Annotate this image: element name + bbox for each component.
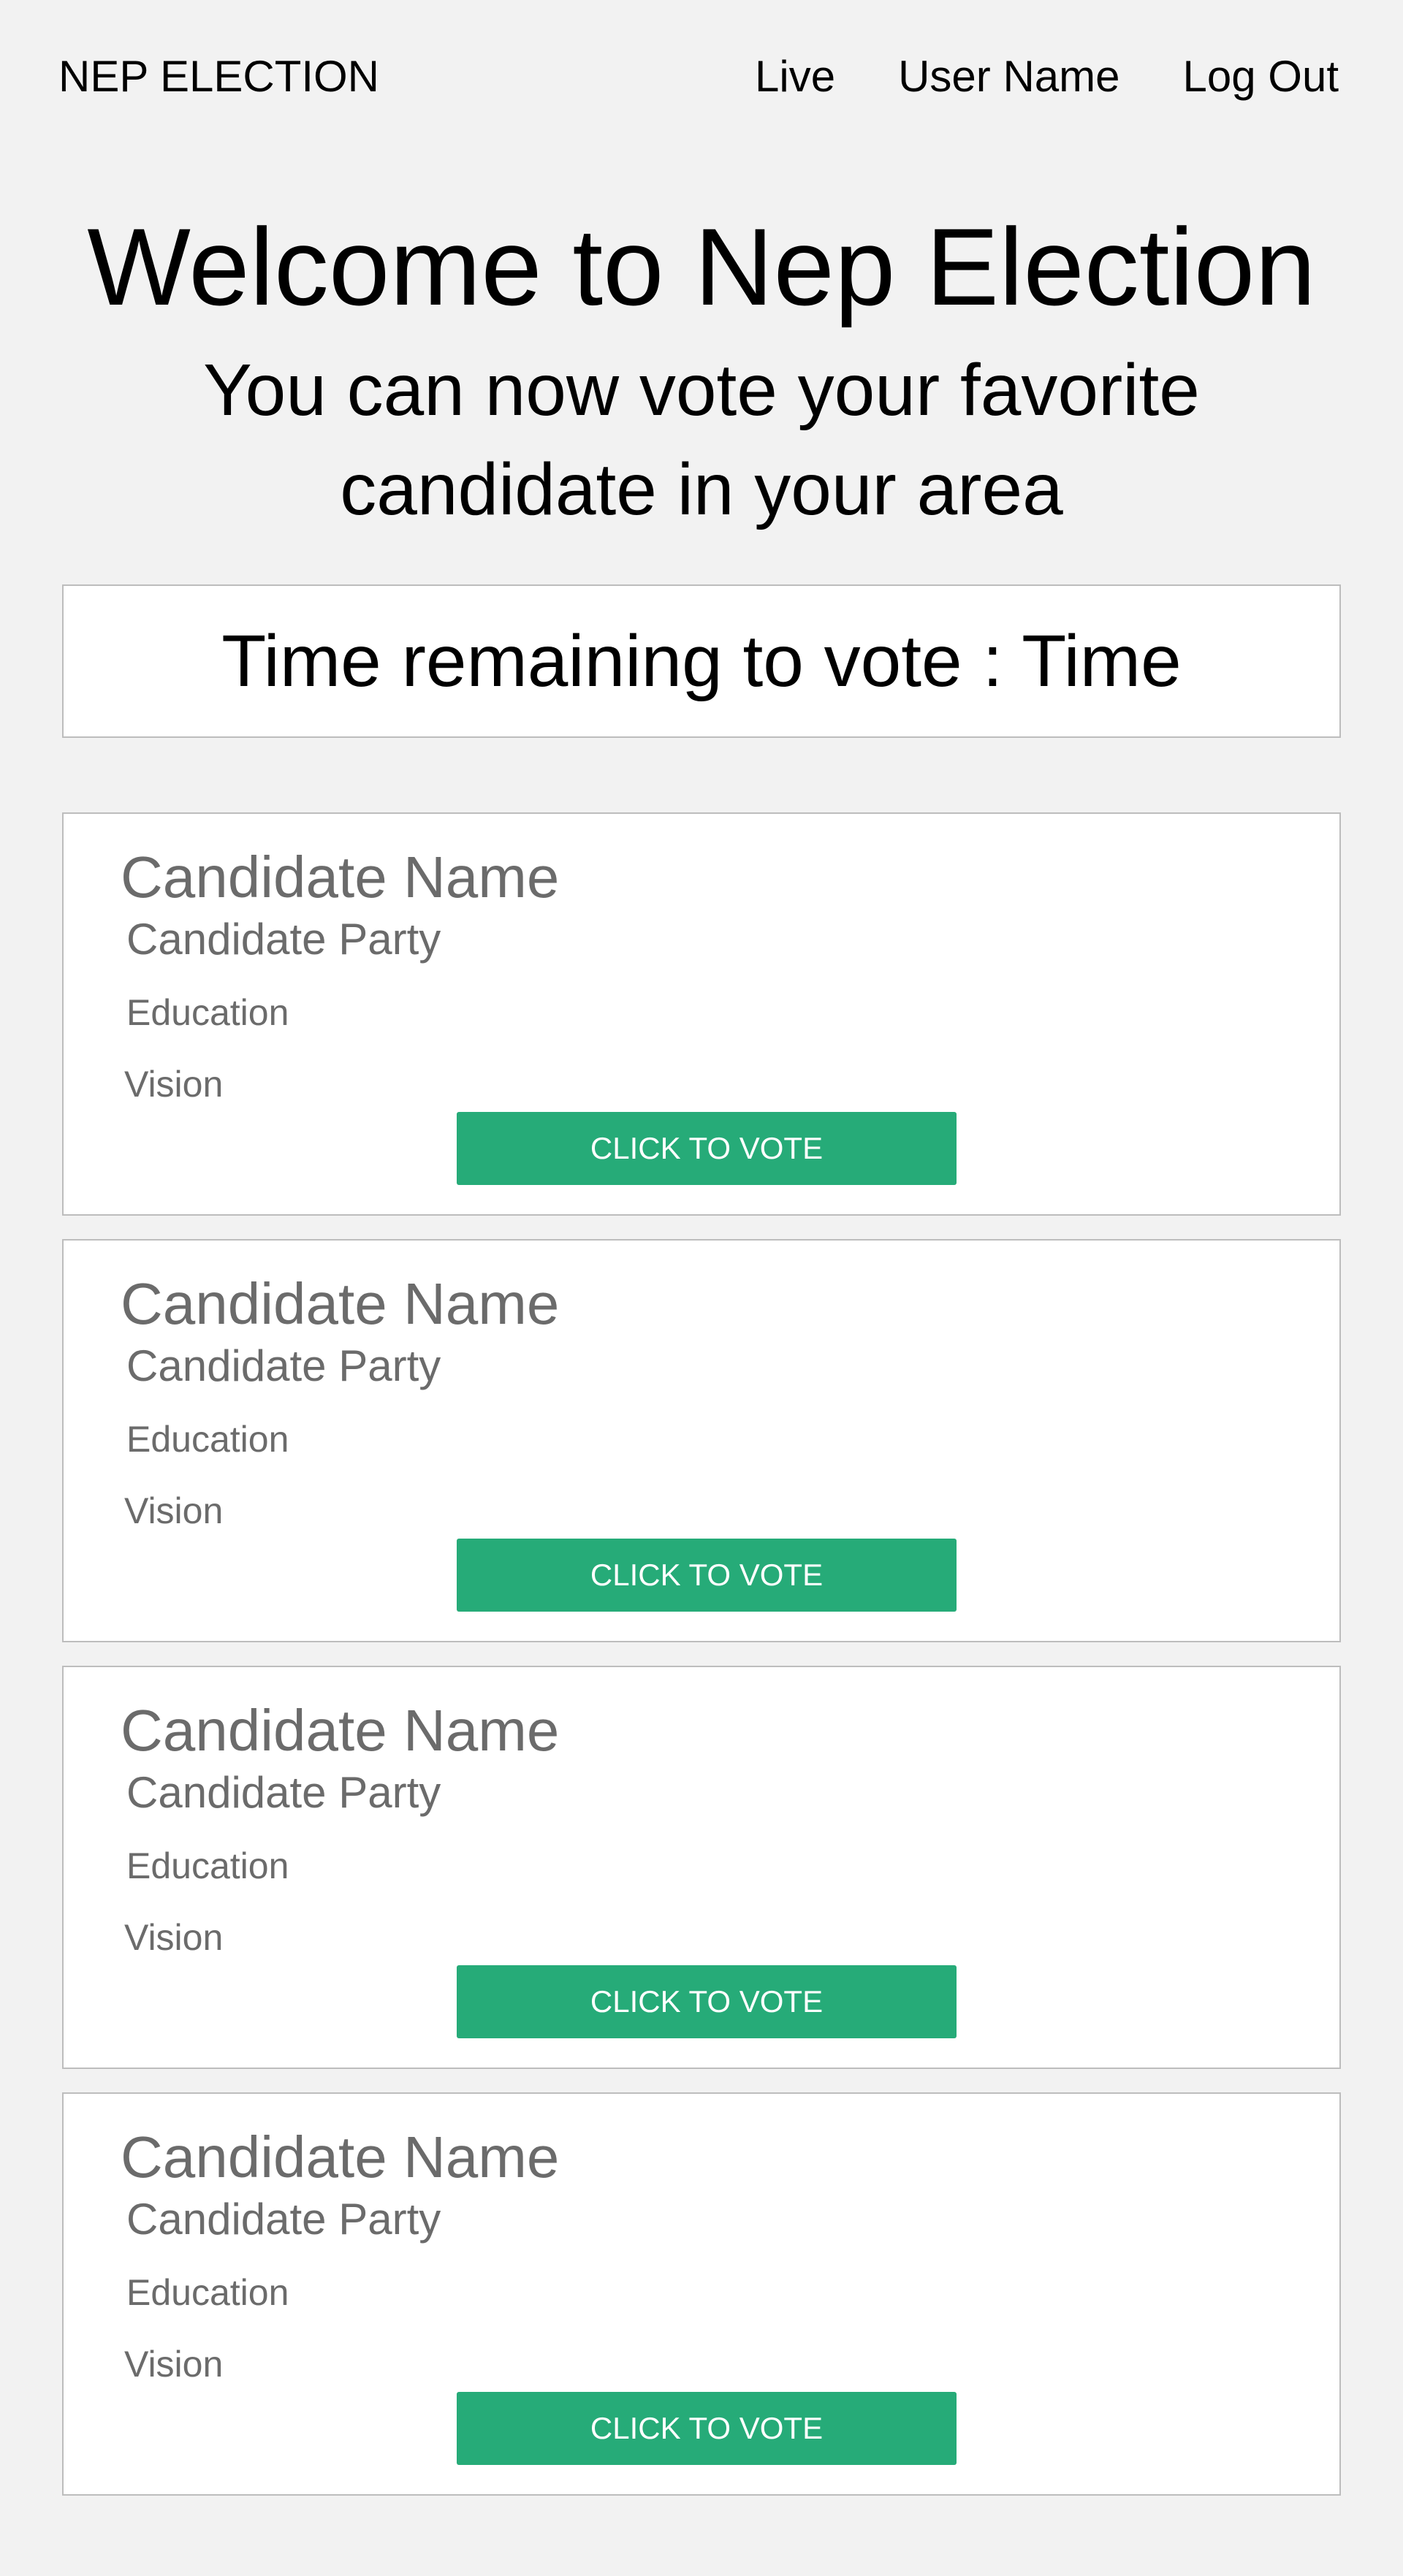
brand-logo[interactable]: NEP ELECTION <box>58 51 379 102</box>
candidate-list: Candidate Name Candidate Party Education… <box>62 812 1341 2519</box>
candidate-name: Candidate Name <box>121 845 560 910</box>
candidate-vision: Vision <box>124 1917 224 1958</box>
candidate-education: Education <box>126 1845 289 1886</box>
candidate-education: Education <box>126 1419 289 1460</box>
candidate-vision: Vision <box>124 2344 224 2385</box>
vote-button[interactable]: CLICK TO VOTE <box>457 2392 957 2465</box>
candidate-education: Education <box>126 992 289 1033</box>
candidate-party: Candidate Party <box>126 1341 441 1390</box>
candidate-vision: Vision <box>124 1064 224 1105</box>
vote-button[interactable]: CLICK TO VOTE <box>457 1112 957 1185</box>
candidate-name: Candidate Name <box>121 1698 560 1763</box>
candidate-party: Candidate Party <box>126 2195 441 2244</box>
nav-user-name-link[interactable]: User Name <box>898 51 1119 102</box>
candidate-card: Candidate Name Candidate Party Education… <box>62 1666 1341 2069</box>
vote-timer-text: Time remaining to vote : Time <box>221 620 1182 702</box>
vote-button[interactable]: CLICK TO VOTE <box>457 1539 957 1612</box>
navbar: NEP ELECTION Live User Name Log Out <box>0 0 1403 146</box>
candidate-card: Candidate Name Candidate Party Education… <box>62 812 1341 1216</box>
candidate-vision: Vision <box>124 1490 224 1531</box>
candidate-party: Candidate Party <box>126 1768 441 1817</box>
candidate-card: Candidate Name Candidate Party Education… <box>62 2092 1341 2496</box>
candidate-name: Candidate Name <box>121 1271 560 1336</box>
candidate-party: Candidate Party <box>126 915 441 964</box>
page-title: Welcome to Nep Election <box>87 205 1316 328</box>
nav-logout-link[interactable]: Log Out <box>1183 51 1339 102</box>
candidate-education: Education <box>126 2272 289 2313</box>
candidate-name: Candidate Name <box>121 2125 560 2190</box>
candidate-card: Candidate Name Candidate Party Education… <box>62 1239 1341 1642</box>
nav-links: Live User Name Log Out <box>755 51 1339 102</box>
vote-timer-box: Time remaining to vote : Time <box>62 584 1341 738</box>
page-subtitle: You can now vote your favorite candidate… <box>203 349 1200 530</box>
vote-button[interactable]: CLICK TO VOTE <box>457 1965 957 2038</box>
nav-live-link[interactable]: Live <box>755 51 835 102</box>
